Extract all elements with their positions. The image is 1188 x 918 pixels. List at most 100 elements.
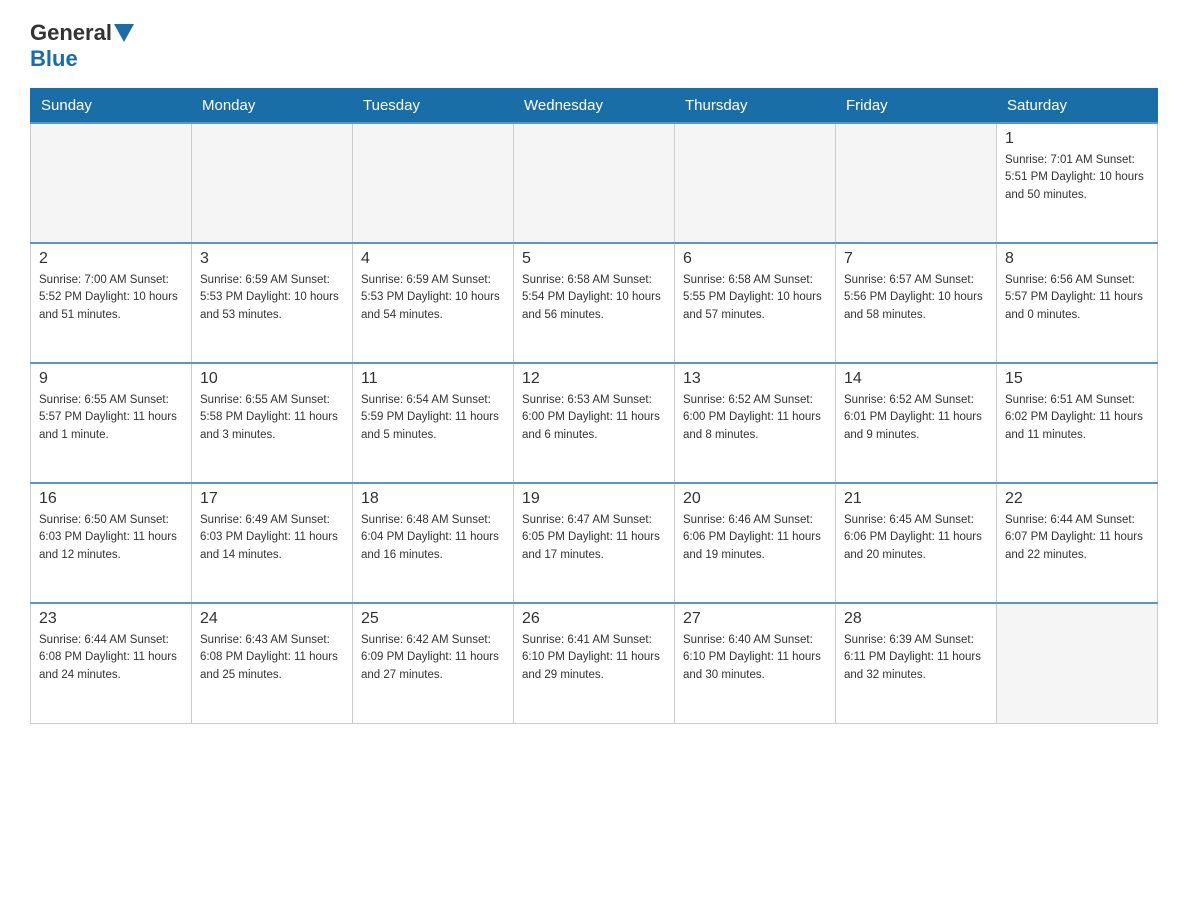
logo-triangle-icon bbox=[114, 24, 134, 42]
calendar-cell bbox=[192, 123, 353, 243]
day-info: Sunrise: 6:39 AM Sunset: 6:11 PM Dayligh… bbox=[844, 632, 988, 684]
calendar-cell: 20 Sunrise: 6:46 AM Sunset: 6:06 PM Dayli… bbox=[675, 483, 836, 603]
calendar-cell: 22 Sunrise: 6:44 AM Sunset: 6:07 PM Dayli… bbox=[997, 483, 1158, 603]
logo-general-text: General bbox=[30, 20, 112, 46]
column-header-saturday: Saturday bbox=[997, 89, 1158, 124]
calendar-cell: 9 Sunrise: 6:55 AM Sunset: 5:57 PM Daylig… bbox=[31, 363, 192, 483]
day-info: Sunrise: 6:41 AM Sunset: 6:10 PM Dayligh… bbox=[522, 632, 666, 684]
calendar-cell: 3 Sunrise: 6:59 AM Sunset: 5:53 PM Daylig… bbox=[192, 243, 353, 363]
day-number: 26 bbox=[522, 610, 666, 628]
column-header-monday: Monday bbox=[192, 89, 353, 124]
calendar-cell: 10 Sunrise: 6:55 AM Sunset: 5:58 PM Dayli… bbox=[192, 363, 353, 483]
day-info: Sunrise: 6:52 AM Sunset: 6:01 PM Dayligh… bbox=[844, 392, 988, 444]
day-info: Sunrise: 6:53 AM Sunset: 6:00 PM Dayligh… bbox=[522, 392, 666, 444]
calendar-cell bbox=[836, 123, 997, 243]
calendar-cell: 18Sunrise: 6:48 AM Sunset: 6:04 PM Dayli… bbox=[353, 483, 514, 603]
day-number: 5 bbox=[522, 250, 666, 268]
day-number: 1 bbox=[1005, 130, 1149, 148]
calendar-cell bbox=[353, 123, 514, 243]
calendar-cell: 25 Sunrise: 6:42 AM Sunset: 6:09 PM Dayli… bbox=[353, 603, 514, 723]
day-info: Sunrise: 6:42 AM Sunset: 6:09 PM Dayligh… bbox=[361, 632, 505, 684]
logo: General Blue bbox=[30, 20, 136, 72]
day-number: 12 bbox=[522, 370, 666, 388]
day-info: Sunrise: 6:44 AM Sunset: 6:07 PM Dayligh… bbox=[1005, 512, 1149, 564]
day-number: 3 bbox=[200, 250, 344, 268]
calendar-header-row: SundayMondayTuesdayWednesdayThursdayFrid… bbox=[31, 89, 1158, 124]
calendar-cell: 4 Sunrise: 6:59 AM Sunset: 5:53 PM Daylig… bbox=[353, 243, 514, 363]
page-header: General Blue bbox=[30, 20, 1158, 72]
day-info: Sunrise: 6:56 AM Sunset: 5:57 PM Dayligh… bbox=[1005, 272, 1149, 324]
calendar-cell: 15 Sunrise: 6:51 AM Sunset: 6:02 PM Dayli… bbox=[997, 363, 1158, 483]
day-info: Sunrise: 6:49 AM Sunset: 6:03 PM Dayligh… bbox=[200, 512, 344, 564]
day-info: Sunrise: 6:58 AM Sunset: 5:55 PM Dayligh… bbox=[683, 272, 827, 324]
day-info: Sunrise: 6:50 AM Sunset: 6:03 PM Dayligh… bbox=[39, 512, 183, 564]
calendar-cell: 1Sunrise: 7:01 AM Sunset: 5:51 PM Daylig… bbox=[997, 123, 1158, 243]
calendar-cell: 19Sunrise: 6:47 AM Sunset: 6:05 PM Dayli… bbox=[514, 483, 675, 603]
logo-blue-text: Blue bbox=[30, 46, 78, 72]
day-number: 24 bbox=[200, 610, 344, 628]
calendar-cell: 28 Sunrise: 6:39 AM Sunset: 6:11 PM Dayli… bbox=[836, 603, 997, 723]
week-row-1: 1Sunrise: 7:01 AM Sunset: 5:51 PM Daylig… bbox=[31, 123, 1158, 243]
day-info: Sunrise: 6:59 AM Sunset: 5:53 PM Dayligh… bbox=[200, 272, 344, 324]
day-info: Sunrise: 6:43 AM Sunset: 6:08 PM Dayligh… bbox=[200, 632, 344, 684]
day-number: 20 bbox=[683, 490, 827, 508]
calendar-cell bbox=[997, 603, 1158, 723]
day-number: 16 bbox=[39, 490, 183, 508]
day-info: Sunrise: 6:55 AM Sunset: 5:57 PM Dayligh… bbox=[39, 392, 183, 444]
day-number: 14 bbox=[844, 370, 988, 388]
calendar-cell: 6 Sunrise: 6:58 AM Sunset: 5:55 PM Daylig… bbox=[675, 243, 836, 363]
day-number: 13 bbox=[683, 370, 827, 388]
calendar-cell: 2Sunrise: 7:00 AM Sunset: 5:52 PM Daylig… bbox=[31, 243, 192, 363]
day-info: Sunrise: 6:51 AM Sunset: 6:02 PM Dayligh… bbox=[1005, 392, 1149, 444]
day-info: Sunrise: 6:45 AM Sunset: 6:06 PM Dayligh… bbox=[844, 512, 988, 564]
day-number: 21 bbox=[844, 490, 988, 508]
day-number: 8 bbox=[1005, 250, 1149, 268]
calendar-cell: 7 Sunrise: 6:57 AM Sunset: 5:56 PM Daylig… bbox=[836, 243, 997, 363]
day-number: 28 bbox=[844, 610, 988, 628]
calendar-cell: 27 Sunrise: 6:40 AM Sunset: 6:10 PM Dayli… bbox=[675, 603, 836, 723]
calendar-cell bbox=[514, 123, 675, 243]
calendar-table: SundayMondayTuesdayWednesdayThursdayFrid… bbox=[30, 88, 1158, 724]
day-info: Sunrise: 6:40 AM Sunset: 6:10 PM Dayligh… bbox=[683, 632, 827, 684]
column-header-sunday: Sunday bbox=[31, 89, 192, 124]
day-info: Sunrise: 6:52 AM Sunset: 6:00 PM Dayligh… bbox=[683, 392, 827, 444]
day-number: 6 bbox=[683, 250, 827, 268]
day-info: Sunrise: 6:58 AM Sunset: 5:54 PM Dayligh… bbox=[522, 272, 666, 324]
day-number: 22 bbox=[1005, 490, 1149, 508]
calendar-cell: 16 Sunrise: 6:50 AM Sunset: 6:03 PM Dayli… bbox=[31, 483, 192, 603]
day-number: 17 bbox=[200, 490, 344, 508]
day-info: Sunrise: 6:47 AM Sunset: 6:05 PM Dayligh… bbox=[522, 512, 666, 564]
day-number: 2 bbox=[39, 250, 183, 268]
column-header-tuesday: Tuesday bbox=[353, 89, 514, 124]
column-header-wednesday: Wednesday bbox=[514, 89, 675, 124]
day-number: 27 bbox=[683, 610, 827, 628]
column-header-friday: Friday bbox=[836, 89, 997, 124]
calendar-cell: 11 Sunrise: 6:54 AM Sunset: 5:59 PM Dayli… bbox=[353, 363, 514, 483]
day-info: Sunrise: 6:55 AM Sunset: 5:58 PM Dayligh… bbox=[200, 392, 344, 444]
day-number: 9 bbox=[39, 370, 183, 388]
day-number: 7 bbox=[844, 250, 988, 268]
calendar-cell: 17 Sunrise: 6:49 AM Sunset: 6:03 PM Dayli… bbox=[192, 483, 353, 603]
day-number: 25 bbox=[361, 610, 505, 628]
calendar-cell: 5 Sunrise: 6:58 AM Sunset: 5:54 PM Daylig… bbox=[514, 243, 675, 363]
column-header-thursday: Thursday bbox=[675, 89, 836, 124]
day-info: Sunrise: 6:54 AM Sunset: 5:59 PM Dayligh… bbox=[361, 392, 505, 444]
calendar-cell bbox=[31, 123, 192, 243]
calendar-cell bbox=[675, 123, 836, 243]
day-info: Sunrise: 6:57 AM Sunset: 5:56 PM Dayligh… bbox=[844, 272, 988, 324]
day-number: 10 bbox=[200, 370, 344, 388]
day-number: 18 bbox=[361, 490, 505, 508]
calendar-cell: 26 Sunrise: 6:41 AM Sunset: 6:10 PM Dayli… bbox=[514, 603, 675, 723]
day-number: 11 bbox=[361, 370, 505, 388]
day-info: Sunrise: 6:46 AM Sunset: 6:06 PM Dayligh… bbox=[683, 512, 827, 564]
calendar-cell: 24 Sunrise: 6:43 AM Sunset: 6:08 PM Dayli… bbox=[192, 603, 353, 723]
calendar-cell: 13 Sunrise: 6:52 AM Sunset: 6:00 PM Dayli… bbox=[675, 363, 836, 483]
week-row-5: 23Sunrise: 6:44 AM Sunset: 6:08 PM Dayli… bbox=[31, 603, 1158, 723]
calendar-cell: 21 Sunrise: 6:45 AM Sunset: 6:06 PM Dayli… bbox=[836, 483, 997, 603]
calendar-cell: 8 Sunrise: 6:56 AM Sunset: 5:57 PM Daylig… bbox=[997, 243, 1158, 363]
day-number: 4 bbox=[361, 250, 505, 268]
week-row-2: 2Sunrise: 7:00 AM Sunset: 5:52 PM Daylig… bbox=[31, 243, 1158, 363]
day-number: 15 bbox=[1005, 370, 1149, 388]
day-info: Sunrise: 6:44 AM Sunset: 6:08 PM Dayligh… bbox=[39, 632, 183, 684]
day-info: Sunrise: 6:59 AM Sunset: 5:53 PM Dayligh… bbox=[361, 272, 505, 324]
